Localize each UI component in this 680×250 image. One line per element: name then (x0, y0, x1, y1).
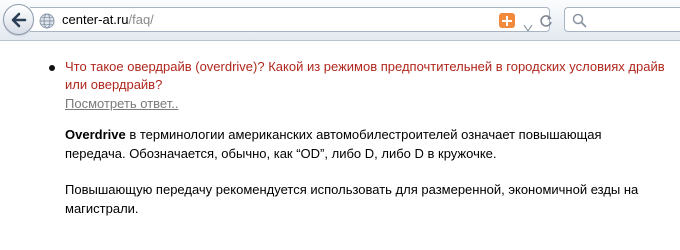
page-content: Что такое овердрайв (overdrive)? Какой и… (0, 41, 680, 250)
answer-paragraph-1-text: в терминологии американских автомобилест… (65, 127, 602, 161)
search-icon[interactable] (572, 13, 587, 32)
plus-icon[interactable] (499, 13, 515, 28)
browser-toolbar: center-at.ru/faq/ (0, 0, 680, 41)
address-bar[interactable]: center-at.ru/faq/ (30, 7, 553, 33)
url-path: /faq/ (128, 12, 154, 27)
url-text[interactable]: center-at.ru/faq/ (62, 12, 154, 27)
url-domain: center-at.ru (62, 12, 129, 27)
answer-term: Overdrive (65, 127, 126, 142)
chevron-down-icon[interactable] (523, 17, 533, 36)
faq-question: Что такое овердрайв (overdrive)? Какой и… (65, 59, 665, 92)
show-answer-link[interactable]: Посмотреть ответ.. (65, 96, 178, 112)
back-arrow-icon (11, 12, 27, 28)
search-bar[interactable] (564, 7, 680, 32)
globe-icon (39, 13, 55, 33)
answer-paragraph-2: Повышающую передачу рекомендуется исполь… (65, 182, 639, 216)
reload-icon[interactable] (539, 13, 553, 32)
list-bullet (49, 65, 55, 71)
back-button[interactable] (3, 4, 34, 35)
answer-paragraph-1: Overdrive в терминологии американских ав… (65, 125, 625, 163)
